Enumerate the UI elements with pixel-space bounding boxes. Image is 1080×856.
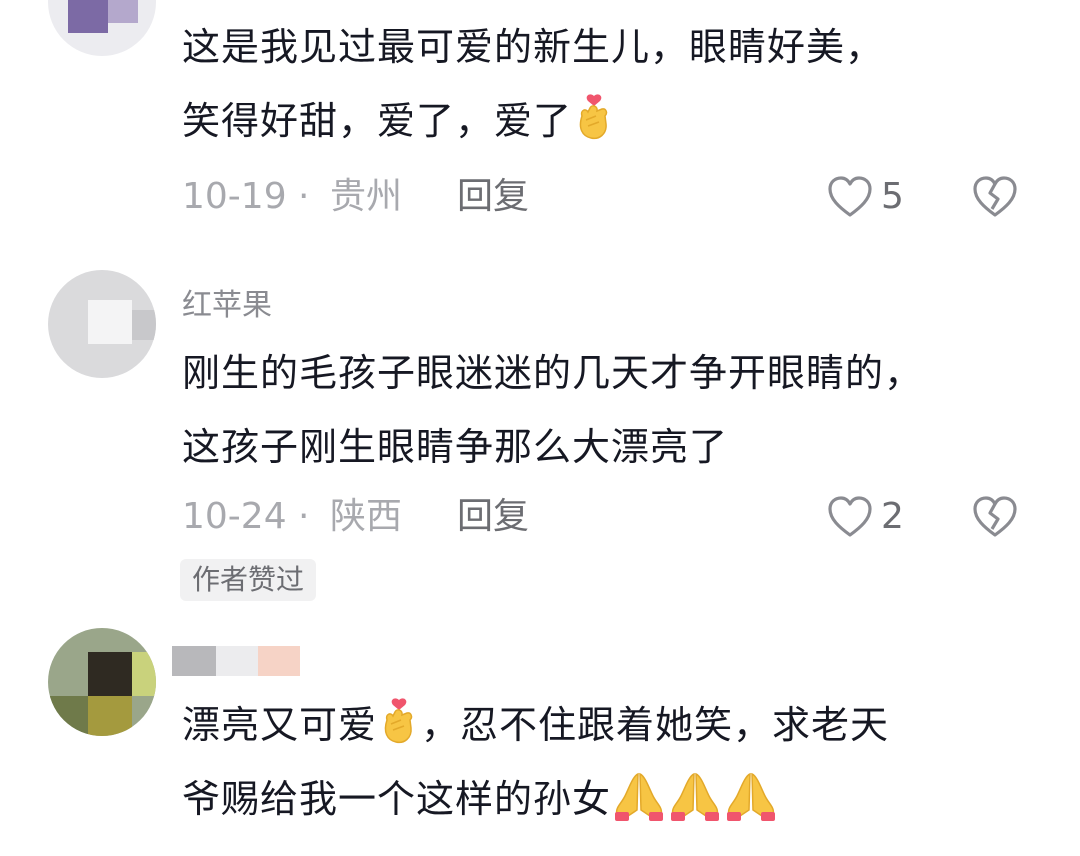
- folded-hands-emoji: [611, 770, 667, 822]
- author-liked-badge: 作者赞过: [180, 559, 317, 601]
- comment-region: 贵州: [330, 176, 403, 217]
- comment-text: 漂亮又可爱 ，忍不住跟着她笑，求老天 爷赐给我一个这样的孙女: [182, 688, 1042, 836]
- username-mosaic: [216, 646, 258, 676]
- comment-region: 陕西: [330, 496, 403, 537]
- folded-hands-emoji: [723, 770, 779, 822]
- like-button[interactable]: 2: [827, 492, 904, 542]
- finger-heart-emoji: [377, 698, 421, 746]
- comment-text: 这是我见过最可爱的新生儿，眼睛好美， 笑得好甜，爱了，爱了: [182, 25, 885, 143]
- avatar[interactable]: [48, 0, 156, 56]
- heart-outline-icon: [828, 496, 872, 537]
- separator-dot: ·: [298, 496, 310, 537]
- comment-meta: 10-24 · 陕西 回复 2: [182, 492, 1042, 542]
- separator-dot: ·: [298, 176, 310, 217]
- username-mosaic: [258, 646, 300, 676]
- comment-username[interactable]: 红苹果: [182, 280, 272, 324]
- broken-heart-icon[interactable]: [972, 494, 1018, 540]
- reply-button[interactable]: 回复: [457, 172, 529, 222]
- broken-heart-icon[interactable]: [972, 174, 1018, 220]
- like-count: 5: [881, 176, 904, 217]
- reply-button[interactable]: 回复: [457, 492, 529, 542]
- comment-date: 10-24: [182, 496, 287, 537]
- folded-hands-emoji: [667, 770, 723, 822]
- finger-heart-emoji: [572, 94, 616, 142]
- comment-date: 10-19: [182, 176, 287, 217]
- comment-meta: 10-19 · 贵州 回复 5: [182, 172, 1042, 222]
- avatar[interactable]: [48, 628, 156, 736]
- avatar[interactable]: [48, 270, 156, 378]
- like-button[interactable]: 5: [827, 172, 904, 222]
- like-count: 2: [881, 496, 904, 537]
- username-mosaic: [172, 646, 216, 676]
- heart-outline-icon: [828, 176, 872, 217]
- comment-text: 刚生的毛孩子眼迷迷的几天才争开眼睛的， 这孩子刚生眼睛争那么大漂亮了: [182, 351, 924, 469]
